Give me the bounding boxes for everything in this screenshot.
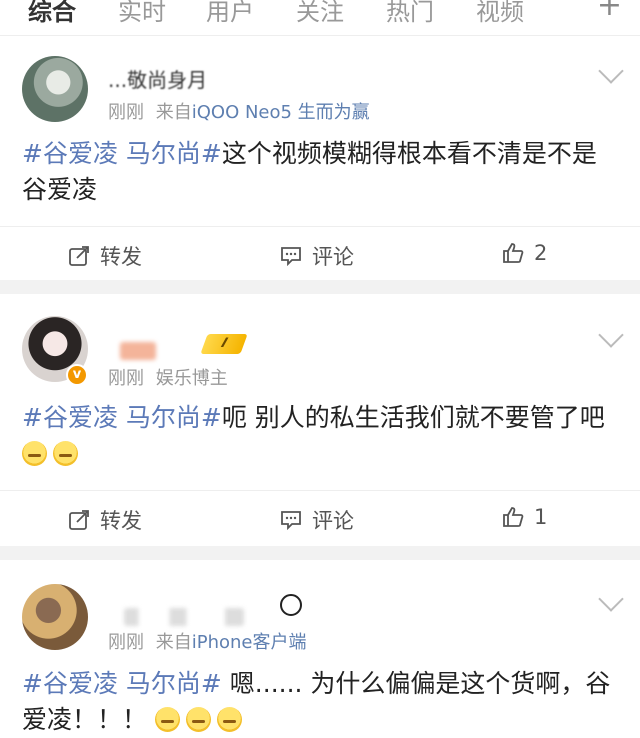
like-button[interactable]: 2 [502, 241, 547, 265]
repost-label: 转发 [100, 509, 142, 533]
post-time: 刚刚 [108, 632, 144, 653]
source-prefix: 来自 [155, 102, 192, 123]
post-meta: 刚刚 来自iPhone客户端 [108, 628, 307, 654]
post-text: 呃 别人的私生活我们就不要管了吧 [221, 403, 605, 432]
laughing-sweat-emoji-icon [216, 707, 242, 732]
hashtag-link[interactable]: #谷爱凌 马尔尚# [22, 403, 222, 432]
verified-badge: v [66, 364, 88, 386]
post-body: #谷爱凌 马尔尚#这个视频模糊得根本看不清是不是谷爱凌 [22, 136, 620, 208]
like-count: 1 [534, 505, 548, 529]
comment-button[interactable]: 评论 [280, 241, 354, 271]
laughing-sweat-emoji-icon [185, 707, 211, 732]
post-time: 刚刚 [108, 368, 144, 389]
repost-button[interactable]: 转发 [68, 505, 142, 535]
sad-sweat-emoji-icon [22, 441, 47, 466]
tab-video[interactable]: 视频 [476, 0, 524, 27]
user-identity: 娱乐博主 [155, 368, 228, 389]
comment-icon [280, 245, 302, 267]
thumbs-up-icon [502, 506, 524, 528]
post-meta: 刚刚 娱乐博主 [108, 364, 228, 390]
chevron-down-icon[interactable] [598, 586, 624, 612]
chevron-down-icon[interactable] [598, 322, 624, 348]
post-body: #谷爱凌 马尔尚# 嗯...... 为什么偏偏是这个货啊，谷爱凌！！！ [22, 666, 620, 738]
tab-users[interactable]: 用户 [206, 0, 254, 27]
repost-button[interactable]: 转发 [68, 241, 142, 271]
comment-label: 评论 [312, 245, 354, 269]
avatar[interactable] [22, 584, 88, 650]
action-bar: 转发 评论 1 [0, 490, 640, 544]
repost-icon [68, 509, 90, 531]
post-source[interactable]: iQOO Neo5 生而为赢 [192, 102, 370, 123]
chevron-down-icon[interactable] [598, 58, 624, 84]
post-card: v I 刚刚 娱乐博主 #谷爱凌 马尔尚#呃 别人的私生活我们就不要管了吧 转发… [0, 294, 640, 546]
repost-label: 转发 [100, 245, 142, 269]
member-rank-badge: I [200, 334, 248, 354]
divider [0, 280, 640, 294]
comment-label: 评论 [312, 509, 354, 533]
avatar[interactable] [22, 56, 88, 122]
thumbs-up-icon [502, 242, 524, 264]
comment-button[interactable]: 评论 [280, 505, 354, 535]
source-prefix: 来自 [155, 632, 192, 653]
like-button[interactable]: 1 [502, 505, 547, 529]
post-time: 刚刚 [108, 102, 144, 123]
post-body: #谷爱凌 马尔尚#呃 别人的私生活我们就不要管了吧 [22, 400, 620, 472]
divider [0, 546, 640, 560]
hashtag-link[interactable]: #谷爱凌 马尔尚# [22, 139, 222, 168]
comment-icon [280, 509, 302, 531]
tab-following[interactable]: 关注 [296, 0, 344, 27]
hashtag-link[interactable]: #谷爱凌 马尔尚# [22, 669, 222, 698]
like-count: 2 [534, 241, 548, 265]
post-card: 刚刚 来自iPhone客户端 #谷爱凌 马尔尚# 嗯...... 为什么偏偏是这… [0, 560, 640, 734]
top-tab-bar: 综合 实时 用户 关注 热门 视频 + [0, 0, 640, 36]
username[interactable] [124, 608, 244, 626]
panda-badge-icon [280, 594, 302, 616]
tab-hot[interactable]: 热门 [386, 0, 434, 27]
action-bar: 转发 评论 2 [0, 226, 640, 280]
add-tab-button[interactable]: + [597, 0, 622, 23]
username[interactable]: ...敬尚身月 [108, 64, 207, 93]
tab-realtime[interactable]: 实时 [118, 0, 166, 27]
laughing-sweat-emoji-icon [154, 707, 180, 732]
post-meta: 刚刚 来自iQOO Neo5 生而为赢 [108, 98, 370, 124]
tab-comprehensive[interactable]: 综合 [28, 0, 76, 27]
repost-icon [68, 245, 90, 267]
post-card: ...敬尚身月 刚刚 来自iQOO Neo5 生而为赢 #谷爱凌 马尔尚#这个视… [0, 36, 640, 280]
sad-sweat-emoji-icon [53, 441, 78, 466]
username[interactable] [120, 342, 156, 360]
post-source[interactable]: iPhone客户端 [192, 632, 307, 653]
